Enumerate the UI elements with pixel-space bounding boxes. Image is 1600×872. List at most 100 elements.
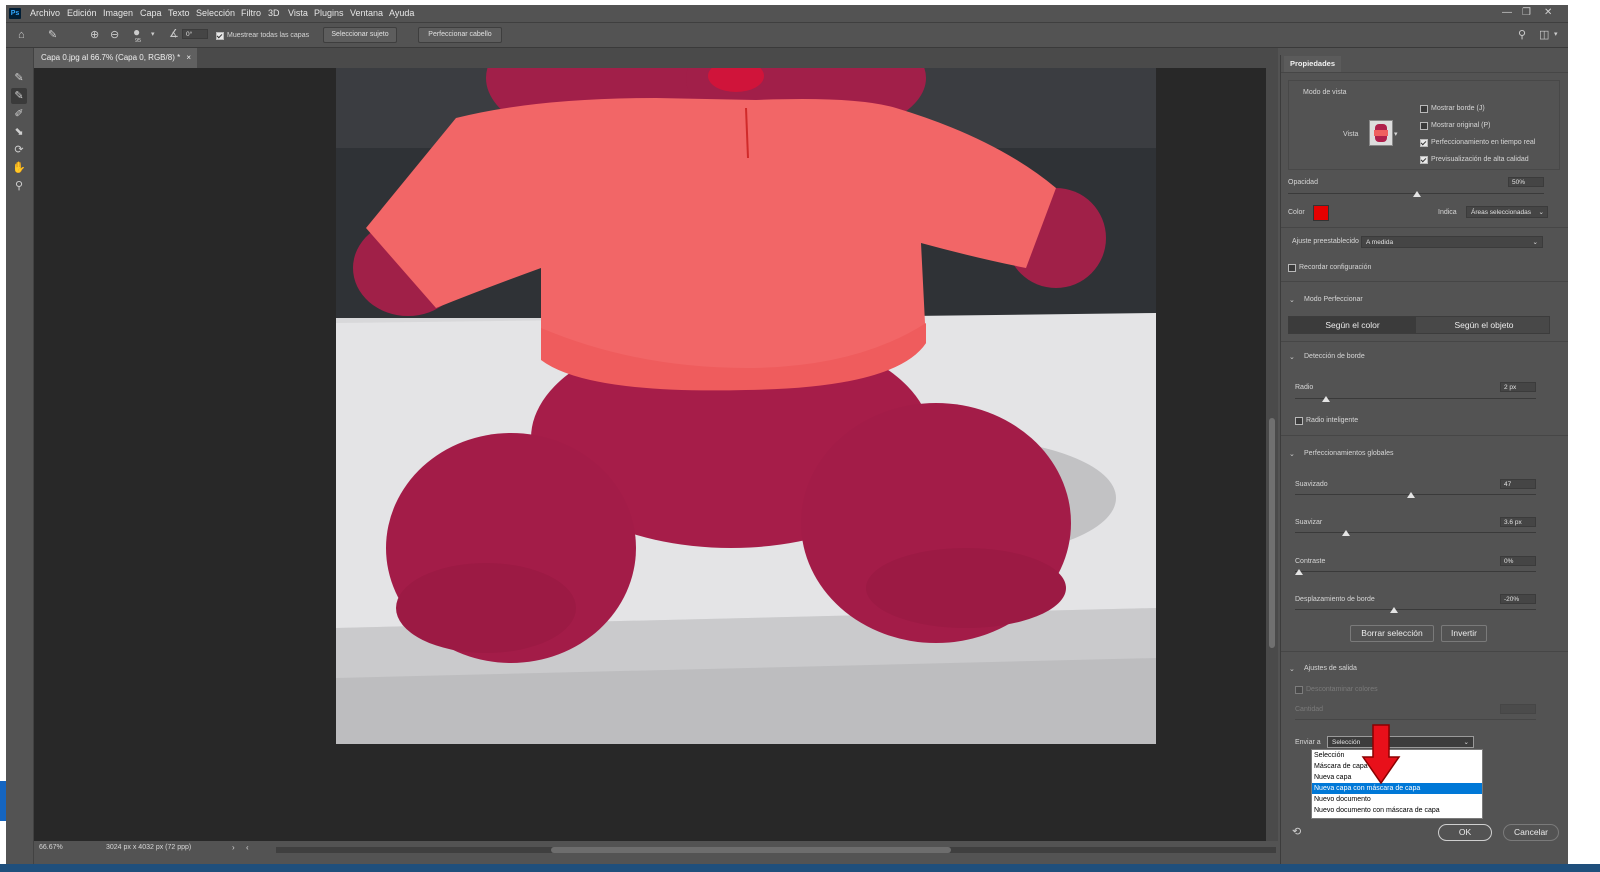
opacity-slider-thumb[interactable] (1413, 191, 1421, 197)
menu-archivo[interactable]: Archivo (30, 8, 60, 18)
home-icon[interactable]: ⌂ (18, 29, 25, 41)
refine-by-object-button[interactable]: Según el objeto (1419, 317, 1549, 333)
preset-dropdown[interactable]: A medida ⌄ (1361, 236, 1543, 248)
menu-texto[interactable]: Texto (168, 8, 190, 18)
refine-mode-toggle: Según el color Según el objeto (1288, 316, 1550, 334)
view-chevron-icon[interactable]: ▾ (1394, 130, 1398, 138)
contrast-input[interactable]: 0% (1500, 556, 1536, 566)
brush-preview-icon[interactable]: ● (133, 26, 140, 38)
amount-input[interactable] (1500, 704, 1536, 714)
shift-edge-label: Desplazamiento de borde (1295, 596, 1375, 603)
opacity-input[interactable]: 50% (1508, 177, 1544, 187)
view-thumbnail[interactable] (1369, 120, 1393, 146)
menu-imagen[interactable]: Imagen (103, 8, 133, 18)
add-to-selection-icon[interactable]: ⊕ (90, 29, 99, 41)
quick-selection-tool-icon[interactable]: ✎ (11, 70, 27, 86)
feather-slider[interactable] (1295, 532, 1536, 533)
menu-edicion[interactable]: Edición (67, 8, 97, 18)
brush-tool-icon[interactable]: ✐ (11, 106, 27, 122)
radius-slider[interactable] (1295, 398, 1536, 399)
shift-edge-slider-thumb[interactable] (1390, 607, 1398, 613)
smooth-slider-thumb[interactable] (1407, 492, 1415, 498)
collapse-output-settings-icon[interactable]: ⌄ (1289, 665, 1295, 673)
canvas-area[interactable] (34, 68, 1266, 841)
feather-label: Suavizar (1295, 519, 1323, 526)
radius-slider-thumb[interactable] (1322, 396, 1330, 402)
refine-edge-brush-tool-icon[interactable]: ✎ (11, 88, 27, 104)
photoshop-logo-icon: Ps (9, 8, 21, 19)
vertical-scrollbar[interactable] (1266, 68, 1278, 841)
sample-all-layers-checkbox[interactable] (216, 32, 224, 40)
option-nuevo-documento[interactable]: Nuevo documento (1312, 794, 1482, 805)
real-time-refinement-checkbox[interactable] (1420, 139, 1428, 147)
invert-button[interactable]: Invertir (1441, 625, 1487, 642)
contrast-slider-thumb[interactable] (1295, 569, 1303, 575)
chevron-down-icon: ⌄ (1532, 239, 1538, 246)
hand-tool-icon[interactable]: ✋ (11, 160, 27, 176)
close-window-icon[interactable]: ✕ (1544, 7, 1552, 18)
angle-input[interactable]: 0° (182, 29, 208, 39)
option-nuevo-documento-con-mascara[interactable]: Nuevo documento con máscara de capa (1312, 805, 1482, 816)
amount-slider[interactable] (1295, 719, 1536, 720)
high-quality-preview-checkbox[interactable] (1420, 156, 1428, 164)
search-icon[interactable]: ⚲ (1518, 29, 1526, 41)
menu-3d[interactable]: 3D (268, 8, 280, 18)
indicates-dropdown[interactable]: Áreas seleccionadas ⌄ (1466, 206, 1548, 218)
overlay-color-swatch[interactable] (1313, 205, 1329, 221)
shift-edge-input[interactable]: -20% (1500, 594, 1536, 604)
tab-properties[interactable]: Propiedades (1284, 56, 1342, 72)
menu-filtro[interactable]: Filtro (241, 8, 261, 18)
scroll-left-icon[interactable]: ‹ (246, 843, 249, 852)
lasso-tool-icon[interactable]: ⟳ (11, 142, 27, 158)
remember-settings-checkbox[interactable] (1288, 264, 1296, 272)
reset-icon[interactable]: ⟲ (1292, 826, 1301, 838)
horizontal-scroll-thumb[interactable] (551, 847, 951, 853)
clear-selection-button[interactable]: Borrar selección (1350, 625, 1434, 642)
smooth-input[interactable]: 47 (1500, 479, 1536, 489)
amount-label: Cantidad (1295, 706, 1324, 713)
collapse-refine-mode-icon[interactable]: ⌄ (1289, 296, 1295, 304)
feather-input[interactable]: 3.6 px (1500, 517, 1536, 527)
restore-icon[interactable]: ❐ (1522, 7, 1531, 18)
collapse-global-refinements-icon[interactable]: ⌄ (1289, 450, 1295, 458)
contrast-label: Contraste (1295, 558, 1326, 565)
shift-edge-slider[interactable] (1295, 609, 1536, 610)
select-subject-button[interactable]: Seleccionar sujeto (323, 27, 397, 43)
decontaminate-checkbox[interactable] (1295, 686, 1303, 694)
subtract-from-selection-icon[interactable]: ⊖ (110, 29, 119, 41)
workspace-icon[interactable]: ◫ (1539, 29, 1549, 41)
radius-input[interactable]: 2 px (1500, 382, 1536, 392)
show-edge-checkbox[interactable] (1420, 105, 1428, 113)
cancel-button[interactable]: Cancelar (1503, 824, 1559, 841)
vertical-scroll-thumb[interactable] (1269, 418, 1275, 648)
refine-hair-button[interactable]: Perfeccionar cabello (418, 27, 502, 43)
minimize-icon[interactable]: — (1502, 7, 1512, 18)
refine-by-color-button[interactable]: Según el color (1289, 317, 1416, 333)
document-tab[interactable]: Capa 0.jpg al 66.7% (Capa 0, RGB/8) * × (34, 48, 197, 68)
menu-capa[interactable]: Capa (140, 8, 162, 18)
menu-vista[interactable]: Vista (288, 8, 308, 18)
tool-preset-icon[interactable]: ✎ (48, 29, 57, 41)
document-image[interactable] (336, 68, 1156, 744)
smooth-slider[interactable] (1295, 494, 1536, 495)
chevron-down-icon[interactable]: ▾ (151, 29, 155, 41)
zoom-tool-icon[interactable]: ⚲ (11, 178, 27, 194)
zoom-level[interactable]: 66.67% (39, 844, 63, 851)
remember-settings-label: Recordar configuración (1299, 264, 1372, 271)
show-original-checkbox[interactable] (1420, 122, 1428, 130)
collapse-edge-detection-icon[interactable]: ⌄ (1289, 353, 1295, 361)
ok-button[interactable]: OK (1438, 824, 1492, 841)
menu-ayuda[interactable]: Ayuda (389, 8, 414, 18)
menu-seleccion[interactable]: Selección (196, 8, 235, 18)
status-chevron-icon[interactable]: › (232, 843, 235, 852)
workspace-chevron-icon[interactable]: ▾ (1554, 29, 1558, 41)
close-tab-icon[interactable]: × (186, 48, 191, 68)
smart-radius-checkbox[interactable] (1295, 417, 1303, 425)
menu-ventana[interactable]: Ventana (350, 8, 383, 18)
horizontal-scrollbar[interactable] (276, 847, 1276, 853)
indicates-label: Indica (1438, 209, 1457, 216)
menu-plugins[interactable]: Plugins (314, 8, 344, 18)
feather-slider-thumb[interactable] (1342, 530, 1350, 536)
contrast-slider[interactable] (1295, 571, 1536, 572)
object-selection-tool-icon[interactable]: ⬊ (11, 124, 27, 140)
